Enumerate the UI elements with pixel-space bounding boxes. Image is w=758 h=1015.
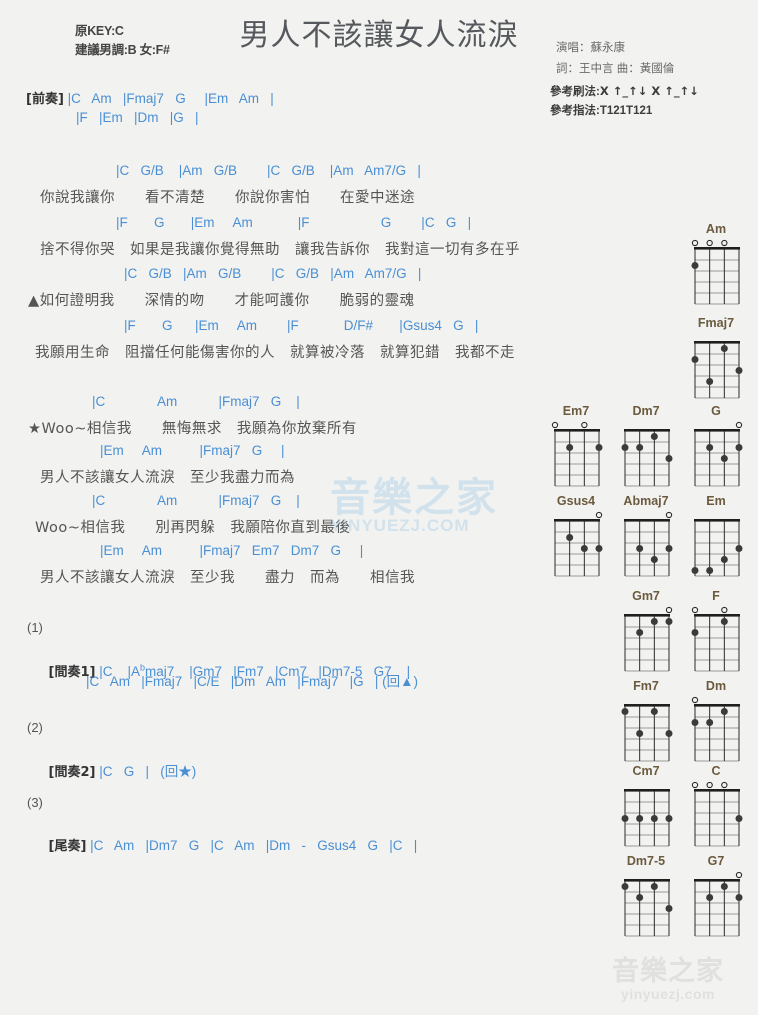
chord-grid — [691, 341, 743, 399]
section-label-interlude2: [間奏2] — [48, 765, 96, 780]
verse1-lyrics-1: 你說我讓你 看不清楚 你說你害怕 在愛中迷途 — [40, 190, 415, 206]
chord-grid — [691, 606, 740, 672]
writer-credit: 詞：王中言 曲：黃國倫 — [556, 63, 675, 75]
chord-grid — [621, 704, 673, 762]
chord-diagram-gm7: Gm7 — [617, 589, 675, 673]
chord-grid — [691, 696, 740, 762]
reference-block: 參考刷法:X ↑_↑↓ X ↑_↑↓ 參考指法:T121T121 — [550, 82, 740, 121]
watermark-center: 音樂之家 YINYUEZJ.COM — [330, 478, 580, 548]
chord-diagram-name: Cm7 — [632, 764, 660, 778]
chord-grid — [691, 519, 743, 577]
watermark-bottom: 音樂之家 yinyuezj.com — [588, 956, 748, 1003]
chord-diagram-g7: G7 — [687, 854, 745, 938]
chord-sheet-page: 原KEY:C 建議男調:B 女:F# 男人不該讓女人流淚 演唱：蘇永康 詞：王中… — [0, 0, 758, 1015]
chord-diagram-am: Am — [687, 222, 745, 306]
chord-grid — [621, 789, 673, 847]
section-label-intro: [前奏] — [26, 92, 64, 107]
chord-row: |C G | (回★) — [99, 764, 197, 779]
watermark-center-url: YINYUEZJ.COM — [330, 516, 470, 535]
chord-grid — [621, 879, 673, 937]
verse1-lyrics-2: 捨不得你哭 如果是我讓你覺得無助 讓我告訴你 我對這一切有多在乎 — [40, 242, 520, 258]
chord-diagram-f: F — [687, 589, 745, 673]
chord-diagram-name: F — [712, 589, 720, 603]
chorus-chords-1: |C Am |Fmaj7 G | — [92, 394, 300, 409]
chord-diagram-name: Abmaj7 — [623, 494, 669, 508]
chord-diagram-name: G — [711, 404, 721, 418]
finger-label: 參考指法: — [550, 105, 600, 117]
chord-diagram-name: Gsus4 — [556, 494, 596, 508]
repeat-number-3: (3) — [27, 795, 43, 810]
chord-row: |C Am |Fmaj7 G |Em Am | — [67, 91, 274, 106]
chord-diagram-gsus4: Gsus4 — [547, 494, 605, 578]
chorus-lyrics-1: ★Woo~相信我 無悔無求 我願為你放棄所有 — [28, 421, 357, 437]
chord-grid — [694, 871, 743, 937]
chord-grid — [694, 421, 743, 487]
chorus-chords-3: |C Am |Fmaj7 G | — [92, 493, 300, 508]
chord-diagram-dm: Dm — [687, 679, 745, 763]
chord-grid — [554, 511, 603, 577]
chord-diagram-name: Dm7-5 — [626, 854, 666, 868]
chord-diagram-name: G7 — [707, 854, 725, 868]
chord-grid — [624, 606, 673, 672]
chord-grid — [691, 239, 740, 305]
chord-diagram-name: Em — [706, 494, 726, 508]
watermark-bottom-text: 音樂之家 — [612, 956, 724, 987]
strum-label: 參考刷法: — [550, 86, 600, 98]
chord-diagram-name: Dm — [705, 679, 727, 693]
chorus-chords-2: |Em Am |Fmaj7 G | — [100, 443, 285, 458]
verse2-chords-2: |F G |Em Am |F D/F# |Gsus4 G | — [124, 318, 479, 333]
chord-diagram-em: Em — [687, 494, 745, 578]
interlude1-row-2: |C Am |Fmaj7 |C/E |Dm Am |Fmaj7 |G | (回▲… — [86, 674, 418, 689]
verse1-chords-2: |F G |Em Am |F G |C G | — [116, 215, 472, 230]
chord-grid — [621, 429, 673, 487]
strum-pattern: X ↑_↑↓ X ↑_↑↓ — [599, 84, 699, 98]
chorus-chords-4: |Em Am |Fmaj7 Em7 Dm7 G | — [100, 543, 364, 558]
chord-diagram-dm7: Dm7 — [617, 404, 675, 488]
section-label-outro: [尾奏] — [48, 839, 87, 854]
chord-diagram-abmaj7: Abmaj7 — [617, 494, 675, 578]
chord-diagram-name: Fm7 — [633, 679, 659, 693]
chord-grid — [691, 781, 743, 847]
chord-diagram-fm7: Fm7 — [617, 679, 675, 763]
chord-diagram-cm7: Cm7 — [617, 764, 675, 848]
verse2-lyrics-1: ▲如何證明我 深情的吻 才能呵護你 脆弱的靈魂 — [28, 293, 415, 309]
credits-block: 演唱：蘇永康 詞：王中言 曲：黃國倫 — [556, 38, 736, 80]
chord-diagram-g: G — [687, 404, 745, 488]
chorus-lyrics-2: 男人不該讓女人流淚 至少我盡力而為 — [40, 470, 295, 486]
verse2-lyrics-2: 我願用生命 阻擋任何能傷害你的人 就算被冷落 就算犯錯 我都不走 — [35, 345, 515, 361]
repeat-number-1: (1) — [27, 620, 43, 635]
watermark-bottom-url: yinyuezj.com — [621, 986, 715, 1002]
outro-row: [尾奏] |C Am |Dm7 G |C Am |Dm - Gsus4 G |C… — [26, 820, 418, 869]
chord-diagram-c: C — [687, 764, 745, 848]
chord-diagram-name: C — [711, 764, 721, 778]
chord-diagram-name: Am — [705, 222, 727, 236]
chord-diagram-name: Dm7 — [632, 404, 660, 418]
intro-row-2: |F |Em |Dm |G | — [76, 110, 199, 125]
chord-row: |C Am |Dm7 G |C Am |Dm - Gsus4 G |C | — [90, 838, 418, 853]
strum-reference: 參考刷法:X ↑_↑↓ X ↑_↑↓ — [550, 82, 740, 102]
chord-diagram-name: Fmaj7 — [697, 316, 735, 330]
chord-diagram-dm7-5: Dm7-5 — [617, 854, 675, 938]
verse2-chords-1: |C G/B |Am G/B |C G/B |Am Am7/G | — [124, 266, 422, 281]
chord-diagram-name: Em7 — [562, 404, 590, 418]
finger-reference: 參考指法:T121T121 — [550, 102, 740, 121]
repeat-number-2: (2) — [27, 720, 43, 735]
chord-grid — [551, 421, 603, 487]
singer-credit: 演唱：蘇永康 — [556, 42, 625, 54]
chord-grid — [624, 511, 673, 577]
finger-pattern: T121T121 — [599, 105, 653, 117]
watermark-center-text: 音樂之家 — [330, 475, 498, 521]
chorus-lyrics-3: Woo~相信我 別再閃躲 我願陪你直到最後 — [35, 520, 351, 536]
chord-diagram-fmaj7: Fmaj7 — [687, 316, 745, 400]
chord-diagram-em7: Em7 — [547, 404, 605, 488]
chord-diagram-name: Gm7 — [632, 589, 660, 603]
verse1-chords-1: |C G/B |Am G/B |C G/B |Am Am7/G | — [116, 163, 421, 178]
chorus-lyrics-4: 男人不該讓女人流淚 至少我 盡力 而為 相信我 — [40, 570, 415, 586]
interlude2-row: [間奏2] |C G | (回★) — [26, 745, 197, 795]
intro-row-1: [前奏] |C Am |Fmaj7 G |Em Am | — [26, 88, 274, 107]
